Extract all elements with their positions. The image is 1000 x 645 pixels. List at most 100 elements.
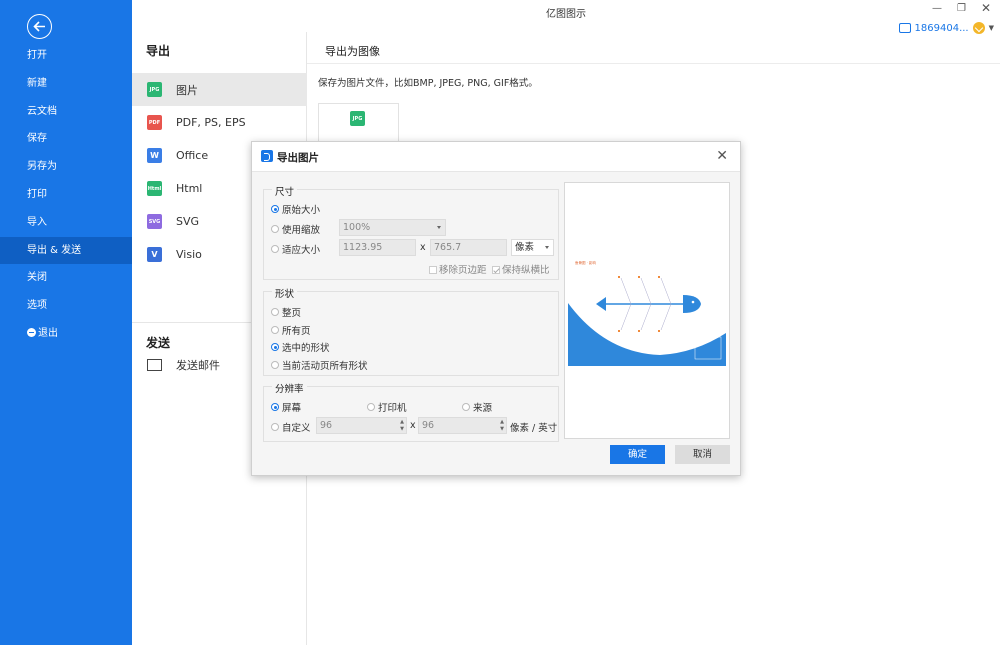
close-window-button[interactable]: ✕ (981, 1, 991, 15)
restore-button[interactable]: ❐ (957, 3, 966, 14)
title-bar: 亿图图示 — ❐ ✕ (132, 0, 1000, 22)
arrow-left-icon (33, 21, 45, 32)
backstage-menu: 打开 新建 云文档 保存 另存为 打印 导入 导出 & 发送 关闭 选项 退出 (0, 42, 132, 348)
chevron-down-icon[interactable]: ▼ (989, 24, 994, 32)
account-area[interactable]: 1869404... ▼ (898, 22, 994, 34)
zoom-select[interactable]: 100% (339, 219, 446, 236)
svg-file-icon: SVG (147, 214, 162, 229)
resolution-group-label: 分辨率 (272, 381, 307, 395)
menu-export-send[interactable]: 导出 & 发送 (0, 236, 132, 265)
keep-ratio-option[interactable]: 保持纵横比 (492, 262, 550, 276)
radio[interactable] (271, 326, 279, 334)
shape-option-page[interactable]: 整页 (271, 305, 301, 319)
export-office-label: Office (176, 149, 209, 162)
export-preview: 鱼骨图 · 影响 (564, 182, 730, 439)
radio[interactable] (462, 403, 470, 411)
pdf-file-icon: PDF (147, 115, 162, 130)
dpi-y-input[interactable]: 96 ▲ ▼ (418, 417, 507, 434)
zoom-value: 100% (343, 222, 371, 233)
send-mail[interactable]: 发送邮件 (147, 357, 220, 373)
jpg-file-icon: JPG (350, 111, 365, 126)
radio-checked[interactable] (271, 403, 279, 411)
shape-option-label: 当前活动页所有形状 (282, 361, 368, 372)
export-jpg-card[interactable]: JPG (318, 103, 399, 143)
dpi-x-input[interactable]: 96 ▲ ▼ (316, 417, 407, 434)
dpi-unit-label: 像素 / 英寸 (510, 423, 558, 434)
export-image[interactable]: JPG 图片 (132, 73, 307, 106)
resolution-printer-option[interactable]: 打印机 (367, 400, 407, 414)
menu-new[interactable]: 新建 (0, 70, 132, 98)
jpg-file-icon: JPG (147, 82, 162, 97)
exit-icon (27, 327, 36, 337)
radio-checked[interactable] (271, 205, 279, 213)
checkbox-checked[interactable] (492, 266, 500, 274)
menu-import[interactable]: 导入 (0, 209, 132, 237)
menu-close[interactable]: 关闭 (0, 264, 132, 292)
dialog-header: 导出图片 ✕ (252, 142, 740, 172)
shape-group: 形状 整页 所有页 选中的形状 当前活动页所有形状 (263, 286, 559, 376)
resolution-printer-label: 打印机 (378, 403, 407, 414)
shape-option-active-page[interactable]: 当前活动页所有形状 (271, 358, 368, 372)
height-input[interactable]: 765.7 (430, 239, 507, 256)
radio[interactable] (271, 308, 279, 316)
menu-print[interactable]: 打印 (0, 181, 132, 209)
size-zoom-option[interactable]: 使用缩放 (271, 222, 320, 236)
fishbone-preview-image: 鱼骨图 · 影响 (568, 258, 726, 366)
shape-option-label: 所有页 (282, 326, 311, 337)
menu-save[interactable]: 保存 (0, 125, 132, 153)
backstage-sidebar: 打开 新建 云文档 保存 另存为 打印 导入 导出 & 发送 关闭 选项 退出 (0, 0, 132, 645)
chevron-down-icon (545, 246, 549, 249)
minimize-button[interactable]: — (932, 3, 942, 14)
remove-margin-option[interactable]: 移除页边距 (429, 262, 487, 276)
menu-options[interactable]: 选项 (0, 292, 132, 320)
shape-option-all-pages[interactable]: 所有页 (271, 323, 311, 337)
checkbox[interactable] (429, 266, 437, 274)
radio[interactable] (367, 403, 375, 411)
resolution-custom-option[interactable]: 自定义 (271, 420, 311, 434)
close-icon[interactable]: ✕ (716, 148, 728, 164)
shape-option-selected[interactable]: 选中的形状 (271, 340, 330, 354)
message-icon[interactable] (898, 23, 911, 33)
menu-open[interactable]: 打开 (0, 42, 132, 70)
unit-select[interactable]: 像素 (511, 239, 554, 256)
visio-file-icon: V (147, 247, 162, 262)
spinner-icon[interactable]: ▲ ▼ (400, 419, 404, 433)
export-title: 导出 (146, 44, 171, 58)
vip-diamond-icon (972, 22, 985, 34)
cancel-button[interactable]: 取消 (675, 445, 730, 464)
spinner-icon[interactable]: ▲ ▼ (500, 419, 504, 433)
shape-option-label: 整页 (282, 308, 302, 319)
send-mail-label: 发送邮件 (176, 359, 220, 372)
width-input[interactable]: 1123.95 (339, 239, 416, 256)
radio[interactable] (271, 361, 279, 369)
export-html-label: Html (176, 182, 203, 195)
account-name[interactable]: 1869404... (915, 23, 969, 34)
size-fit-option[interactable]: 适应大小 (271, 242, 320, 256)
ok-button[interactable]: 确定 (610, 445, 665, 464)
app-title: 亿图图示 (546, 9, 586, 20)
resolution-source-option[interactable]: 来源 (462, 400, 492, 414)
radio[interactable] (271, 245, 279, 253)
menu-exit[interactable]: 退出 (0, 320, 132, 348)
size-original-option[interactable]: 原始大小 (271, 202, 320, 216)
radio[interactable] (271, 225, 279, 233)
export-image-label: 图片 (176, 83, 198, 97)
menu-save-as[interactable]: 另存为 (0, 153, 132, 181)
radio[interactable] (271, 423, 279, 431)
back-button[interactable] (27, 14, 52, 39)
mail-icon (147, 359, 162, 371)
resolution-screen-option[interactable]: 屏幕 (271, 400, 301, 414)
divider (307, 63, 1000, 64)
radio-checked[interactable] (271, 343, 279, 351)
html-file-icon: Html (147, 181, 162, 196)
dpi-x-label: x (410, 420, 416, 431)
resolution-screen-label: 屏幕 (282, 403, 302, 414)
dpi-x-value: 96 (320, 420, 333, 431)
size-group-label: 尺寸 (272, 184, 298, 198)
export-visio-label: Visio (176, 248, 202, 261)
remove-margin-label: 移除页边距 (439, 265, 487, 276)
shape-option-label: 选中的形状 (282, 343, 330, 354)
export-pdf[interactable]: PDF PDF, PS, EPS (132, 106, 307, 139)
send-title: 发送 (146, 336, 171, 350)
menu-cloud-docs[interactable]: 云文档 (0, 98, 132, 126)
